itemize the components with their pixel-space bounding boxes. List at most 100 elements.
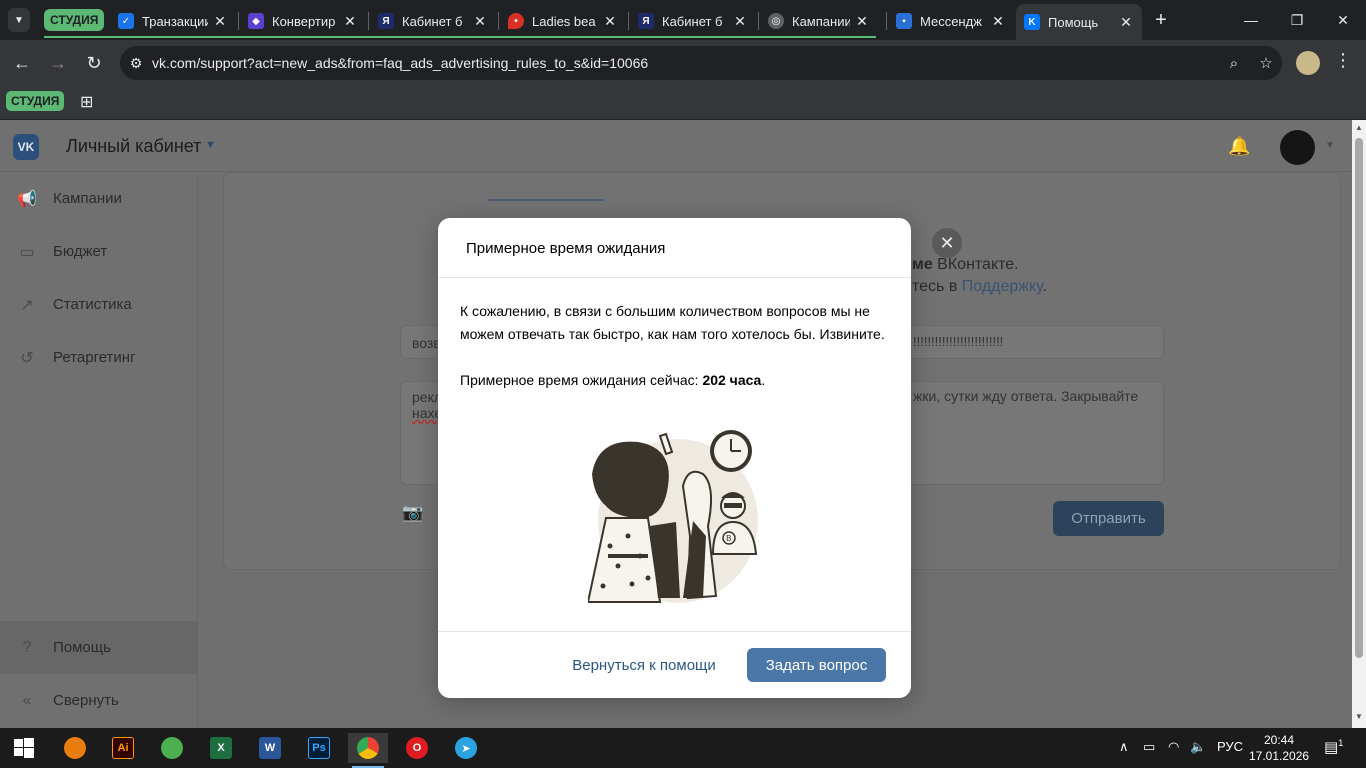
send-button[interactable]: Отправить [1053,501,1164,536]
volume-icon[interactable]: 🔈 [1190,739,1206,755]
tab-yandex-cabinet-1[interactable]: Я Кабинет б ✕ [370,6,496,36]
battery-icon[interactable]: ▭ [1143,739,1155,755]
sidebar-item-label: Статистика [53,296,132,313]
windows-start-icon[interactable] [14,738,34,758]
page-scrollbar[interactable]: ▲ ▼ [1352,120,1366,728]
tab-group-underline [44,36,876,38]
sidebar-item-budget[interactable]: ▭ Бюджет [0,225,198,278]
tab-messenger[interactable]: ▪ Мессендж ✕ [888,6,1014,36]
back-to-help-button[interactable]: Вернуться к помощи [562,648,726,682]
chevron-down-icon[interactable]: ▼ [1325,140,1335,151]
word-icon[interactable]: W [250,733,290,763]
help-icon: ? [22,638,32,656]
modal-title: Примерное время ожидания [466,240,666,257]
sidebar-item-label: Помощь [53,639,111,656]
sidebar-item-collapse[interactable]: « Свернуть [0,674,198,727]
browser-toolbar: ← → ↻ ⚙ vk.com/support?act=new_ads&from=… [0,40,1366,86]
telegram-icon[interactable]: ➤ [446,733,486,763]
wait-time-value: 202 часа [702,372,762,388]
bookmark-star-icon[interactable]: ☆ [1250,54,1282,72]
sidebar-item-retargeting[interactable]: ↺ Ретаргетинг [0,331,198,384]
svg-text:B: B [726,534,732,543]
vk-header: VK Личный кабинет ▼ 🔔 ▼ [0,120,1352,172]
tab-title: Кабинет б [402,13,463,29]
site-settings-icon[interactable]: ⚙ [120,55,152,72]
queue-illustration: B [588,430,758,603]
illustrator-icon[interactable]: Ai [103,733,143,763]
modal-body-apology: К сожалению, в связи с большим количеств… [460,303,885,342]
scroll-thumb[interactable] [1355,138,1363,658]
window-close-icon[interactable]: ✕ [1320,8,1366,32]
green-app-icon[interactable] [152,733,192,763]
tab-converter[interactable]: ◆ Конвертир ✕ [240,6,366,36]
bell-icon[interactable]: 🔔 [1228,136,1250,157]
bookmarks-bar: СТУДИЯ ⊞ [0,86,1366,120]
minimize-icon[interactable]: — [1228,8,1274,32]
cabinet-title[interactable]: Личный кабинет [66,136,201,157]
address-bar[interactable]: ⚙ vk.com/support?act=new_ads&from=faq_ad… [120,46,1282,80]
restore-icon[interactable]: ❐ [1274,8,1320,32]
url-text[interactable]: vk.com/support?act=new_ads&from=faq_ads_… [152,55,1218,71]
photoshop-icon[interactable]: Ps [299,733,339,763]
sidebar-item-help[interactable]: ? Помощь [0,621,198,674]
zoom-icon[interactable]: ⌕ [1218,55,1250,72]
support-link[interactable]: Поддержку [962,278,1043,295]
bookmark-group-chip[interactable]: СТУДИЯ [6,91,65,111]
clock-icon [710,430,752,472]
wallet-icon: ✓ [118,13,134,29]
close-icon[interactable]: ✕ [932,228,962,258]
close-icon[interactable]: ✕ [732,13,748,30]
scroll-up-icon[interactable]: ▲ [1355,123,1363,132]
tab-search-chevron-icon[interactable]: ▼ [8,8,30,32]
megaphone-icon: 📢 [17,190,37,208]
tab-group-label[interactable]: СТУДИЯ [44,9,105,31]
close-icon[interactable]: ✕ [1118,14,1134,31]
sidebar-item-label: Ретаргетинг [53,349,136,366]
tab-ladies[interactable]: • Ladies bea ✕ [500,6,626,36]
sidebar-item-label: Кампании [53,190,122,207]
close-icon[interactable]: ✕ [854,13,870,30]
close-icon[interactable]: ✕ [472,13,488,30]
close-icon[interactable]: ✕ [990,13,1006,30]
opera-icon[interactable]: O [397,733,437,763]
tab-help-active[interactable]: K Помощь ✕ [1016,4,1142,40]
close-icon[interactable]: ✕ [602,13,618,30]
apps-grid-icon[interactable]: ⊞ [80,92,93,112]
menu-dots-icon[interactable]: ⋮ [1334,50,1352,71]
globe-icon: ◎ [768,13,784,29]
scroll-down-icon[interactable]: ▼ [1355,712,1363,721]
user-avatar[interactable] [1280,130,1315,165]
forward-arrow-icon[interactable]: → [44,49,72,77]
close-icon[interactable]: ✕ [212,13,228,30]
modal-divider-top [438,277,911,278]
support-intro-line2: тесь в Поддержку. [912,278,1048,295]
tab-transactions[interactable]: ✓ Транзакции ✕ [110,6,236,36]
chrome-icon[interactable] [348,733,388,768]
tab-campaigns[interactable]: ◎ Кампании ✕ [760,6,878,36]
sidebar-item-campaigns[interactable]: 📢 Кампании [0,172,198,225]
reload-icon[interactable]: ↻ [80,49,108,77]
tray-chevron-icon[interactable]: ∧ [1119,739,1129,755]
excel-icon[interactable]: X [201,733,241,763]
blender-icon[interactable] [55,733,95,763]
camera-icon[interactable]: 📷 [402,503,423,523]
chart-icon: ↗ [20,296,34,314]
vk-logo-icon[interactable]: VK [13,134,39,160]
sidebar-item-statistics[interactable]: ↗ Статистика [0,278,198,331]
new-tab-icon[interactable]: + [1150,8,1172,32]
wifi-icon[interactable]: ◠ [1168,739,1179,755]
tab-title: Конвертир [272,13,336,29]
sidebar-item-label: Свернуть [53,692,119,709]
tab-yandex-cabinet-2[interactable]: Я Кабинет б ✕ [630,6,756,36]
back-arrow-icon[interactable]: ← [8,49,36,77]
sidebar-item-label: Бюджет [53,243,108,260]
ask-question-button[interactable]: Задать вопрос [747,648,886,682]
language-indicator[interactable]: РУС [1217,739,1243,754]
sidebar: 📢 Кампании ▭ Бюджет ↗ Статистика ↺ Ретар… [0,172,198,728]
profile-avatar[interactable] [1296,51,1320,75]
notification-icon[interactable]: ▤1 [1324,738,1343,756]
system-clock[interactable]: 20:44 17.01.2026 [1249,732,1309,764]
close-icon[interactable]: ✕ [342,13,358,30]
active-tab-underline [488,199,603,201]
chevron-down-icon[interactable]: ▼ [205,139,216,151]
